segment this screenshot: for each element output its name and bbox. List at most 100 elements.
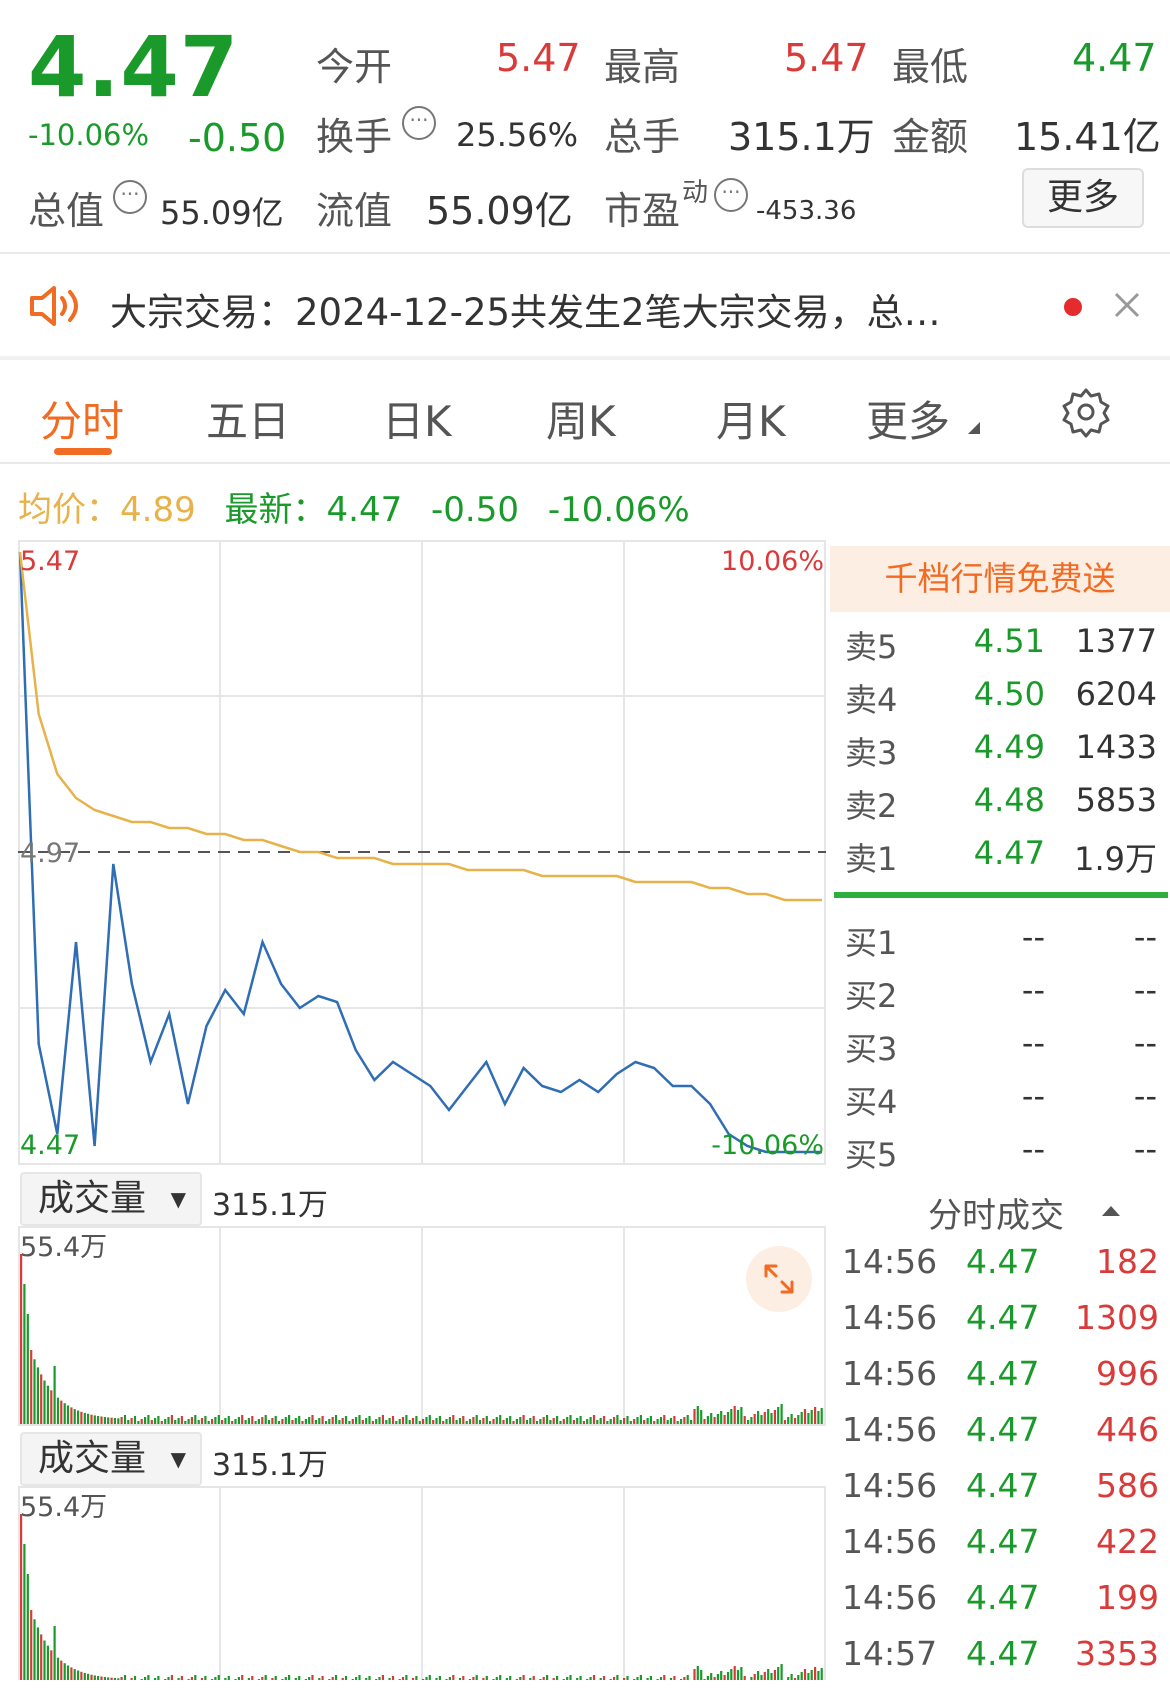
volume-bar [800,1412,803,1424]
volume-bar [63,1663,66,1680]
volume-chart-1[interactable]: 55.4万 [18,1226,826,1426]
indicator-selector[interactable]: 成交量 ▼ [20,1432,202,1486]
info-icon[interactable]: ··· [402,106,436,140]
more-stats-button[interactable]: 更多 [1022,168,1144,228]
notice-bar[interactable]: 大宗交易：2024-12-25共发生2笔大宗交易，总… [0,254,1170,354]
bid-row[interactable]: 买2 -- -- [845,971,1165,1023]
tab-more[interactable]: 更多 [866,388,950,449]
tab-five-day[interactable]: 五日 [206,388,290,449]
bid-row[interactable]: 买5 -- -- [845,1130,1165,1182]
tick-time: 14:57 [842,1634,938,1673]
volume-bar [375,1419,378,1424]
volume-bar [224,1418,227,1424]
settings-gear-icon[interactable] [1060,386,1112,438]
volume-bar [411,1418,415,1424]
volume-bar [783,1420,786,1424]
volume-bar [277,1421,281,1424]
volume-bar [556,1676,559,1680]
volume-bar [592,1675,596,1680]
volume-bar [770,1673,773,1680]
volume-bar [747,1420,750,1424]
ask-row[interactable]: 卖4 4.50 6204 [845,675,1165,727]
volume-bar [468,1419,472,1424]
volume-bar [452,1415,455,1424]
volume-bar [251,1676,254,1680]
summary-change-pct: -10.06% [547,490,690,530]
volume-bar [626,1676,629,1680]
volume-bar [73,1409,76,1424]
info-icon[interactable]: ··· [714,178,748,212]
volume-bar [820,1408,823,1424]
y-top-label: 5.47 [20,546,80,577]
bid-row[interactable]: 买4 -- -- [845,1077,1165,1129]
volume-bar [733,1666,736,1680]
close-icon[interactable] [1112,290,1142,320]
ask-row[interactable]: 卖2 4.48 5853 [845,781,1165,833]
pe-value: -453.36 [756,196,857,226]
volume-bar [147,1415,150,1424]
volume-bar [30,1610,33,1680]
tick-time: 14:56 [842,1410,938,1449]
volume-bar [780,1404,783,1424]
bid-row[interactable]: 买3 -- -- [845,1024,1165,1076]
ask-level-label: 卖1 [845,840,898,878]
volume-total: 315.1万 [212,1448,328,1483]
indicator-selector[interactable]: 成交量 ▼ [20,1172,202,1226]
volume-bar [522,1675,525,1680]
volume-bar [535,1421,539,1424]
intraday-price-chart[interactable]: 5.47 4.97 4.47 10.06% -10.06% [18,540,826,1165]
bid-price: -- [1021,918,1045,956]
volume-bar [324,1421,328,1424]
ticks-title[interactable]: 分时成交 [928,1188,1064,1237]
volume-chart-2[interactable]: 55.4万 [18,1486,826,1680]
ask-row[interactable]: 卖3 4.49 1433 [845,728,1165,780]
volume-bar [328,1419,331,1424]
volume-bar [636,1417,639,1424]
ask-level-label: 卖2 [845,787,898,825]
tick-row: 14:56 4.47 422 [842,1522,1167,1578]
tick-price: 4.47 [966,1578,1040,1617]
volume-bar [549,1420,552,1424]
tick-price: 4.47 [966,1298,1040,1337]
ask-price: 4.50 [973,675,1045,713]
volume-bar [264,1415,267,1424]
volume-bar [46,1645,49,1680]
bid-row[interactable]: 买1 -- -- [845,918,1165,970]
level2-promo-banner[interactable]: 千档行情免费送 [830,546,1170,612]
volume-bar [395,1421,398,1424]
tab-month-k[interactable]: 月K [716,388,786,449]
volume-bar [338,1420,341,1424]
bid-level-label: 买2 [845,977,898,1015]
volume-bar [790,1414,793,1424]
ask-volume: 1377 [1075,622,1157,660]
volume-bar [720,1411,723,1424]
volume-bar [663,1415,666,1424]
volume-bar [170,1415,173,1424]
volume-bar [609,1419,612,1424]
tab-week-k[interactable]: 周K [546,388,616,449]
volume-bar [800,1672,803,1680]
volume-bar [254,1421,257,1424]
ask-row[interactable]: 卖1 4.47 1.9万 [845,834,1165,886]
bid-volume: -- [1133,971,1157,1009]
ask-row[interactable]: 卖5 4.51 1377 [845,622,1165,674]
volume-bar [602,1676,606,1680]
volume-bar [204,1676,207,1680]
bid-volume: -- [1133,1024,1157,1062]
high-label: 最高 [604,45,681,89]
ask-price: 4.48 [973,781,1045,819]
volume-bar [589,1417,592,1424]
volume-bar [810,1410,813,1424]
volume-bar [462,1676,465,1680]
volume-bar [807,1673,810,1680]
expand-button[interactable] [746,1246,812,1312]
volume-bar [706,1416,709,1424]
tick-price: 4.47 [966,1634,1040,1673]
info-icon[interactable]: ··· [113,180,147,214]
tick-row: 14:56 4.47 199 [842,1578,1167,1634]
sort-up-icon[interactable] [1100,1204,1122,1218]
float-label: 流值 [316,189,393,233]
volume-bar [164,1419,167,1424]
tab-intraday[interactable]: 分时 [40,388,124,449]
tab-day-k[interactable]: 日K [382,388,452,449]
